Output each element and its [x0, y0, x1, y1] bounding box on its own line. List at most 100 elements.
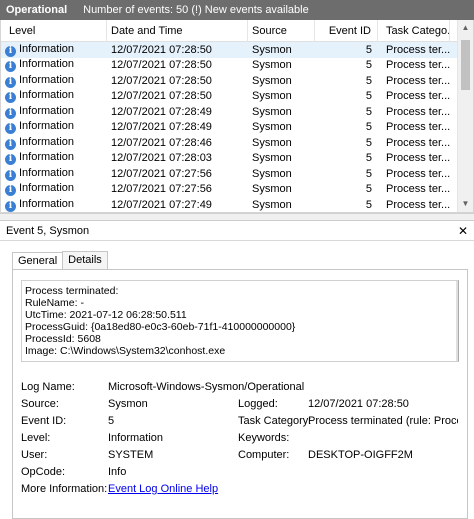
table-row[interactable]: i Information 12/07/2021 07:27:56 Sysmon 5 Pr…	[1, 182, 473, 198]
column-header-source[interactable]: Source	[248, 19, 315, 42]
information-icon: i	[5, 138, 16, 150]
task-category-cell: Process ter...	[386, 198, 450, 211]
scroll-down-icon[interactable]: ▼	[458, 196, 473, 212]
event-fields: Log Name: Microsoft-Windows-Sysmon/Opera…	[21, 378, 458, 497]
event-id-cell: 5	[365, 183, 372, 196]
logged-label: Logged:	[238, 397, 278, 410]
task-category-value[interactable]: Process terminated (rule: ProcessT	[308, 415, 458, 427]
scroll-up-icon[interactable]: ▲	[458, 20, 473, 36]
table-row[interactable]: i Information 12/07/2021 07:28:49 Sysmon 5 Pr…	[1, 104, 473, 120]
user-label: User:	[21, 448, 48, 461]
date-cell: 12/07/2021 07:27:56	[111, 167, 212, 180]
level-cell: i Information	[5, 105, 107, 119]
level-cell: i Information	[5, 89, 107, 104]
level-cell: i Information	[5, 43, 107, 57]
tab-general[interactable]: General	[12, 252, 64, 270]
level-cell: i Information	[5, 136, 107, 150]
events-grid: Level Date and Time Source Event ID Task…	[0, 19, 474, 213]
table-row[interactable]: i Information 12/07/2021 07:28:46 Sysmon 5 Pr…	[1, 135, 473, 151]
message-line: Image: C:\Windows\System32\conhost.exe	[25, 345, 226, 357]
level-cell: i Information	[5, 182, 107, 197]
level-text: Information	[19, 58, 75, 71]
detail-title-bar: Event 5, Sysmon ✕	[0, 221, 474, 241]
computer-label: Computer:	[238, 448, 290, 461]
level-text: Information	[19, 89, 75, 102]
level-text: Information	[19, 151, 75, 164]
tab-details[interactable]: Details	[62, 251, 108, 269]
source-value[interactable]: Sysmon	[108, 398, 238, 410]
column-header-date[interactable]: Date and Time	[107, 19, 248, 42]
information-icon: i	[5, 169, 16, 181]
source-cell: Sysmon	[252, 198, 292, 211]
opcode-label: OpCode:	[21, 465, 66, 478]
keywords-label: Keywords:	[238, 431, 290, 444]
event-log-help-link[interactable]: Event Log Online Help	[108, 483, 218, 495]
date-cell: 12/07/2021 07:28:50	[111, 74, 212, 87]
table-row[interactable]: i Information 12/07/2021 07:28:50 Sysmon 5 Pr…	[1, 89, 473, 105]
date-cell: 12/07/2021 07:28:50	[111, 90, 212, 103]
table-row[interactable]: i Information 12/07/2021 07:28:50 Sysmon 5 Pr…	[1, 58, 473, 74]
computer-value[interactable]: DESKTOP-OIGFF2M	[308, 449, 458, 461]
event-id-cell: 5	[365, 167, 372, 180]
opcode-value[interactable]: Info	[108, 466, 238, 478]
level-cell: i Information	[5, 120, 107, 135]
log-name-value[interactable]: Microsoft-Windows-Sysmon/Operational	[108, 381, 304, 393]
event-id-cell: 5	[365, 59, 372, 72]
log-name-label: Log Name:	[21, 380, 75, 393]
source-cell: Sysmon	[252, 74, 292, 87]
table-row[interactable]: i Information 12/07/2021 07:28:50 Sysmon 5 Pr…	[1, 42, 473, 58]
event-id-value[interactable]: 5	[108, 415, 238, 427]
table-row[interactable]: i Information 12/07/2021 07:28:03 Sysmon 5 Pr…	[1, 151, 473, 167]
source-label: Source:	[21, 397, 59, 410]
task-category-cell: Process ter...	[386, 167, 450, 180]
source-cell: Sysmon	[252, 152, 292, 165]
task-category-cell: Process ter...	[386, 74, 450, 87]
table-row[interactable]: i Information 12/07/2021 07:27:56 Sysmon 5 Pr…	[1, 166, 473, 182]
close-icon[interactable]: ✕	[458, 224, 468, 238]
event-id-cell: 5	[365, 121, 372, 134]
table-row[interactable]: i Information 12/07/2021 07:27:49 Sysmon 5 Pr…	[1, 197, 473, 212]
scroll-thumb[interactable]	[461, 40, 470, 90]
column-header-task-category[interactable]: Task Catego...	[378, 19, 450, 42]
column-header-event-id[interactable]: Event ID	[315, 19, 378, 42]
date-cell: 12/07/2021 07:28:49	[111, 121, 212, 134]
grid-header: Level Date and Time Source Event ID Task…	[1, 19, 473, 42]
user-value[interactable]: SYSTEM	[108, 449, 238, 461]
source-cell: Sysmon	[252, 90, 292, 103]
information-icon: i	[5, 61, 16, 73]
level-text: Information	[19, 182, 75, 195]
task-category-cell: Process ter...	[386, 105, 450, 118]
pane-splitter[interactable]	[0, 213, 474, 220]
task-category-cell: Process ter...	[386, 59, 450, 72]
level-text: Information	[19, 104, 75, 117]
date-cell: 12/07/2021 07:28:46	[111, 136, 212, 149]
table-row[interactable]: i Information 12/07/2021 07:28:49 Sysmon 5 Pr…	[1, 120, 473, 136]
logged-value[interactable]: 12/07/2021 07:28:50	[308, 398, 458, 410]
source-cell: Sysmon	[252, 105, 292, 118]
more-info-label: More Information:	[21, 482, 108, 495]
level-value[interactable]: Information	[108, 432, 238, 444]
level-text: Information	[19, 197, 75, 210]
level-cell: i Information	[5, 198, 107, 212]
column-header-level[interactable]: Level	[5, 19, 107, 42]
grid-scrollbar[interactable]: ▲ ▼	[457, 20, 473, 212]
detail-title: Event 5, Sysmon	[6, 224, 90, 237]
detail-tabs: General Details	[12, 251, 474, 270]
message-line: Process terminated:	[25, 285, 119, 297]
date-cell: 12/07/2021 07:28:03	[111, 152, 212, 165]
date-cell: 12/07/2021 07:28:50	[111, 59, 212, 72]
message-line: UtcTime: 2021-07-12 06:28:50.511	[25, 309, 187, 321]
level-cell: i Information	[5, 167, 107, 181]
message-scrollbar[interactable]	[456, 281, 458, 361]
task-category-cell: Process ter...	[386, 136, 450, 149]
event-count-summary: Number of events: 50 (!) New events avai…	[83, 4, 309, 16]
task-category-cell: Process ter...	[386, 43, 450, 56]
task-category-cell: Process ter...	[386, 183, 450, 196]
source-cell: Sysmon	[252, 167, 292, 180]
task-category-cell: Process ter...	[386, 121, 450, 134]
event-message-box[interactable]: Process terminated: RuleName: - UtcTime:…	[21, 280, 459, 362]
information-icon: i	[5, 107, 16, 119]
source-cell: Sysmon	[252, 136, 292, 149]
information-icon: i	[5, 123, 16, 135]
table-row[interactable]: i Information 12/07/2021 07:28:50 Sysmon 5 Pr…	[1, 73, 473, 89]
